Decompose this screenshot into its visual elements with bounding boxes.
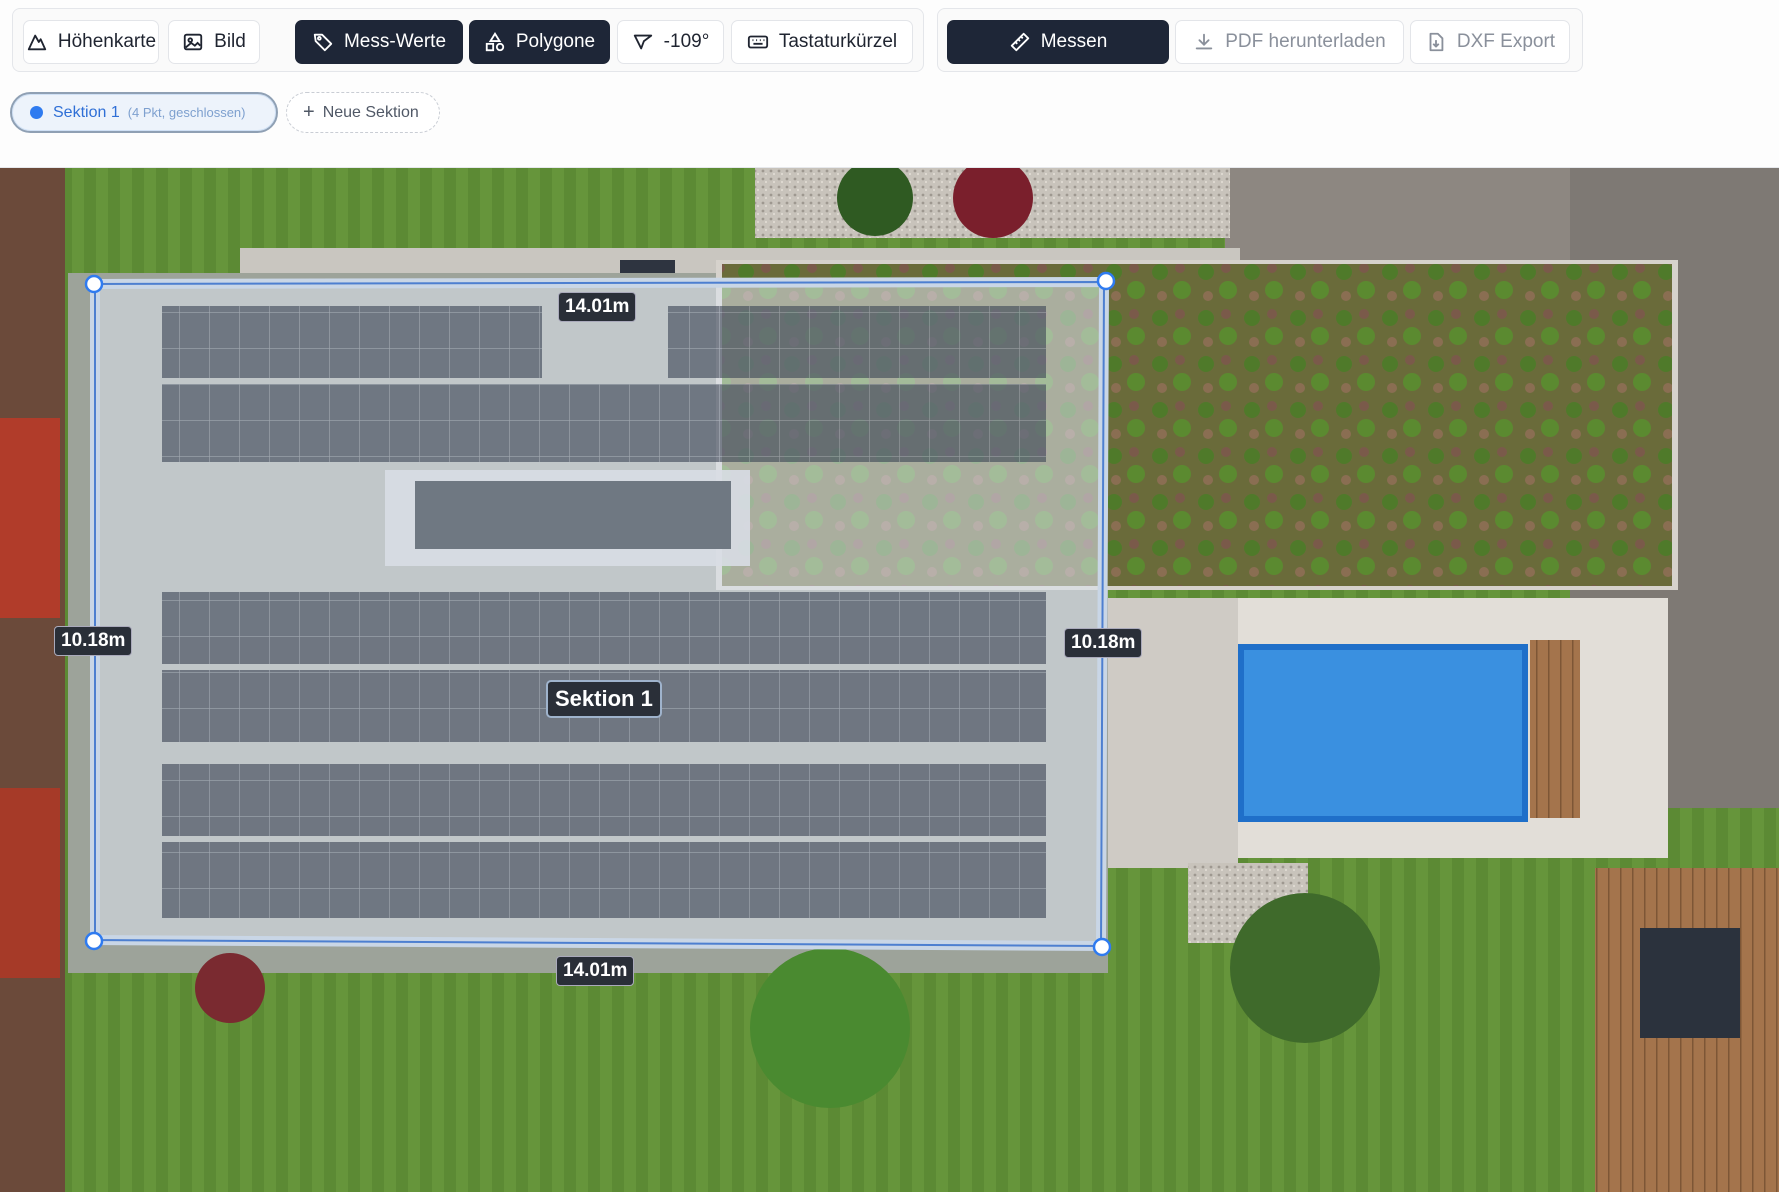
dxf-export-label: DXF Export bbox=[1456, 31, 1556, 52]
toolbar: Höhenkarte Bild Mess-Werte Polygone -109… bbox=[0, 0, 1779, 168]
messen-label: Messen bbox=[1040, 31, 1108, 52]
tastaturkuerzel-label: Tastaturkürzel bbox=[778, 31, 898, 52]
vertex-handle-bottom-left bbox=[84, 931, 104, 951]
pdf-download-button[interactable]: PDF herunterladen bbox=[1175, 20, 1404, 64]
mess-werte-label: Mess-Werte bbox=[343, 31, 447, 52]
section-chip-label: Sektion 1 bbox=[53, 103, 120, 121]
plus-icon: + bbox=[303, 101, 315, 123]
section-chip-sektion-1[interactable]: Sektion 1 (4 Pkt, geschlossen) bbox=[10, 92, 278, 133]
edge-length-top: 14.01m bbox=[558, 292, 637, 322]
polygon-label[interactable]: Sektion 1 bbox=[546, 680, 662, 718]
aerial-map-view[interactable]: 14.01m 14.01m 10.18m 10.18m Sektion 1 bbox=[0, 168, 1779, 1192]
keyboard-icon bbox=[747, 35, 768, 49]
download-icon bbox=[1195, 33, 1213, 50]
messen-button[interactable]: Messen bbox=[947, 20, 1169, 64]
section-chip-detail: (4 Pkt, geschlossen) bbox=[127, 105, 246, 120]
file-export-icon bbox=[1429, 32, 1444, 52]
tastaturkuerzel-button[interactable]: Tastaturkürzel bbox=[731, 20, 913, 64]
vertex-handle-top-left bbox=[84, 274, 104, 294]
image-icon bbox=[183, 33, 203, 51]
section-chips: Sektion 1 (4 Pkt, geschlossen) + Neue Se… bbox=[0, 92, 900, 136]
dxf-export-button[interactable]: DXF Export bbox=[1410, 20, 1570, 64]
tag-icon bbox=[313, 33, 333, 52]
mess-werte-button[interactable]: Mess-Werte bbox=[295, 20, 463, 64]
bild-label: Bild bbox=[214, 31, 246, 52]
polygone-label: Polygone bbox=[515, 31, 596, 52]
ruler-icon bbox=[1010, 32, 1029, 52]
new-section-button[interactable]: + Neue Sektion bbox=[286, 92, 440, 133]
polygone-button[interactable]: Polygone bbox=[469, 20, 610, 64]
action-toolbar-group: Messen PDF herunterladen DXF Export bbox=[937, 8, 1583, 72]
shapes-icon bbox=[485, 32, 505, 52]
edge-length-left: 10.18m bbox=[54, 626, 133, 656]
rotation-button[interactable]: -109° bbox=[617, 20, 724, 64]
mountain-icon bbox=[27, 34, 47, 51]
hoehenkarte-label: Höhenkarte bbox=[57, 31, 157, 52]
bild-button[interactable]: Bild bbox=[168, 20, 260, 64]
edge-length-bottom: 14.01m bbox=[556, 956, 635, 986]
new-section-label: Neue Sektion bbox=[322, 103, 419, 121]
rotation-label: -109° bbox=[663, 31, 710, 52]
compass-arrow-icon bbox=[633, 34, 652, 50]
view-toolbar-group: Höhenkarte Bild Mess-Werte Polygone -109… bbox=[12, 8, 924, 72]
edge-length-right: 10.18m bbox=[1064, 628, 1143, 658]
pdf-download-label: PDF herunterladen bbox=[1225, 31, 1386, 52]
section-color-dot bbox=[30, 106, 43, 119]
hoehenkarte-button[interactable]: Höhenkarte bbox=[23, 20, 159, 64]
aerial-image bbox=[0, 168, 1779, 1192]
vertex-handle-bottom-right bbox=[1092, 937, 1112, 957]
vertex-handle-top-right bbox=[1096, 271, 1116, 291]
